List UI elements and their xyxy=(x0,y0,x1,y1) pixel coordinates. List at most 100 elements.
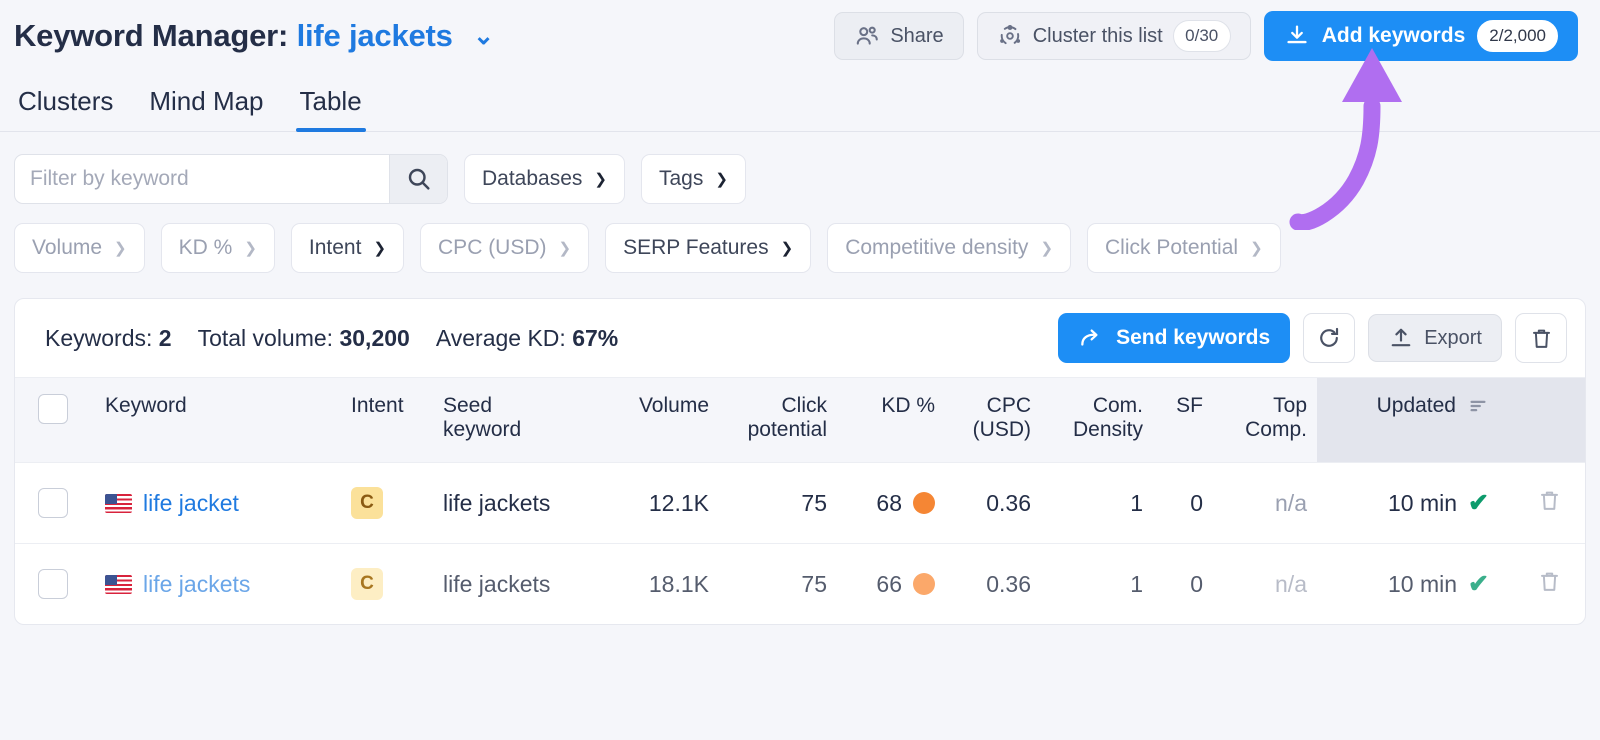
refresh-button[interactable] xyxy=(1303,313,1356,363)
cell-intent: C xyxy=(341,543,433,624)
tags-filter[interactable]: Tags ❯ xyxy=(640,154,746,204)
tab-clusters[interactable]: Clusters xyxy=(14,86,117,131)
tab-table[interactable]: Table xyxy=(295,86,366,132)
cluster-this-list-button[interactable]: Cluster this list 0/30 xyxy=(976,12,1251,60)
row-trash-icon[interactable] xyxy=(1537,488,1562,513)
header-kd[interactable]: KD % xyxy=(837,377,945,463)
export-button[interactable]: Export xyxy=(1368,314,1502,362)
check-icon: ✔ xyxy=(1468,570,1489,598)
cpc-filter-label: CPC (USD) xyxy=(438,236,547,259)
chevron-down-icon[interactable]: ⌄ xyxy=(473,21,494,51)
kd-difficulty-dot xyxy=(913,492,935,514)
page-title: Keyword Manager: life jackets ⌄ xyxy=(14,18,494,54)
intent-badge[interactable]: C xyxy=(351,568,383,600)
row-checkbox[interactable] xyxy=(38,488,68,518)
trash-icon xyxy=(1529,326,1554,351)
chevron-down-icon: ❯ xyxy=(558,240,572,257)
header-volume[interactable]: Volume xyxy=(609,377,719,463)
select-all-header xyxy=(15,377,91,463)
header-click-line1: Click xyxy=(781,394,828,417)
keywords-table: Keyword Intent Seed keyword Volume Click… xyxy=(15,377,1585,624)
volume-filter[interactable]: Volume ❯ xyxy=(14,223,145,273)
header-cpc-line2: (USD) xyxy=(972,418,1031,441)
filter-row-metrics: Volume ❯ KD % ❯ Intent ❯ CPC (USD) ❯ SER… xyxy=(14,223,1586,273)
row-checkbox[interactable] xyxy=(38,569,68,599)
header-actions: Share Cluster this list 0/30 Add keyword… xyxy=(834,11,1578,61)
cell-row-actions xyxy=(1499,462,1585,544)
kd-difficulty-dot xyxy=(913,573,935,595)
cpc-filter[interactable]: CPC (USD) ❯ xyxy=(420,223,590,273)
header-top-comp[interactable]: Top Comp. xyxy=(1213,377,1317,463)
row-trash-icon[interactable] xyxy=(1537,569,1562,594)
select-all-checkbox[interactable] xyxy=(38,394,68,424)
share-button-label: Share xyxy=(890,24,944,47)
tags-filter-label: Tags xyxy=(658,167,704,190)
stat-total-volume-value: 30,200 xyxy=(339,324,410,351)
cell-sf: 0 xyxy=(1153,462,1213,544)
add-keywords-label: Add keywords xyxy=(1321,24,1466,47)
chevron-down-icon: ❯ xyxy=(114,240,127,257)
page-title-list-name[interactable]: life jackets xyxy=(297,18,453,53)
card-action-buttons: Send keywords Export xyxy=(1058,313,1567,363)
chevron-down-icon: ❯ xyxy=(1040,240,1054,257)
header-cpc[interactable]: CPC (USD) xyxy=(945,377,1041,463)
table-row[interactable]: life jackets C life jackets 18.1K 75 66 xyxy=(15,543,1585,624)
kd-filter-label: KD % xyxy=(178,236,233,259)
export-button-label: Export xyxy=(1424,326,1482,349)
competitive-density-filter[interactable]: Competitive density ❯ xyxy=(827,223,1072,273)
refresh-icon xyxy=(1316,325,1342,351)
click-potential-filter[interactable]: Click Potential ❯ xyxy=(1087,223,1281,273)
header-keyword[interactable]: Keyword xyxy=(91,377,341,463)
header-comd-line2: Density xyxy=(1072,418,1143,441)
chevron-down-icon: ❯ xyxy=(780,240,794,257)
header-updated[interactable]: Updated xyxy=(1317,377,1499,463)
stat-total-volume: Total volume: 30,200 xyxy=(198,325,410,352)
download-icon xyxy=(1284,23,1310,49)
keyword-link[interactable]: life jacket xyxy=(143,490,239,517)
us-flag-icon xyxy=(105,574,132,594)
table-header-row: Keyword Intent Seed keyword Volume Click… xyxy=(15,377,1585,463)
header-updated-label: Updated xyxy=(1376,394,1456,417)
search-input[interactable] xyxy=(15,155,389,203)
search-button[interactable] xyxy=(389,155,447,203)
delete-selected-button[interactable] xyxy=(1515,313,1567,363)
tab-mind-map[interactable]: Mind Map xyxy=(145,86,267,131)
intent-badge[interactable]: C xyxy=(351,487,383,519)
share-button[interactable]: Share xyxy=(834,12,964,60)
keyword-manager-page: Keyword Manager: life jackets ⌄ Share Cl… xyxy=(0,0,1600,740)
header-sf[interactable]: SF xyxy=(1153,377,1213,463)
updated-value: 10 min xyxy=(1388,489,1458,516)
competitive-density-filter-label: Competitive density xyxy=(845,236,1029,259)
send-keywords-button[interactable]: Send keywords xyxy=(1058,313,1291,363)
cell-volume: 12.1K xyxy=(609,462,719,544)
share-arrow-icon xyxy=(1078,325,1104,351)
intent-filter[interactable]: Intent ❯ xyxy=(290,223,405,273)
table-body: life jacket C life jackets 12.1K 75 68 0… xyxy=(15,462,1585,624)
header-intent[interactable]: Intent xyxy=(341,377,433,463)
serp-features-filter[interactable]: SERP Features ❯ xyxy=(605,223,812,273)
serp-features-filter-label: SERP Features xyxy=(623,236,769,259)
header-click-line2: potential xyxy=(747,418,827,441)
add-keywords-button[interactable]: Add keywords 2/2,000 xyxy=(1263,11,1578,61)
cell-keyword: life jackets xyxy=(91,543,341,624)
cell-com-density: 1 xyxy=(1041,462,1153,544)
cell-kd: 68 xyxy=(837,462,945,544)
row-select-cell xyxy=(15,543,91,624)
table-row[interactable]: life jacket C life jackets 12.1K 75 68 0… xyxy=(15,462,1585,544)
header-seed-keyword[interactable]: Seed keyword xyxy=(433,377,609,463)
kd-filter[interactable]: KD % ❯ xyxy=(160,223,275,273)
summary-stats: Keywords: 2 Total volume: 30,200 Average… xyxy=(45,325,618,352)
databases-filter[interactable]: Databases ❯ xyxy=(464,154,625,204)
cell-top-comp: n/a xyxy=(1213,462,1317,544)
keyword-link[interactable]: life jackets xyxy=(143,571,250,598)
cell-cpc: 0.36 xyxy=(945,543,1041,624)
cluster-nodes-icon xyxy=(997,23,1023,49)
add-keywords-count-badge: 2/2,000 xyxy=(1477,20,1558,52)
header-click-potential[interactable]: Click potential xyxy=(719,377,837,463)
chevron-down-icon: ❯ xyxy=(715,171,728,188)
send-keywords-label: Send keywords xyxy=(1116,326,1271,349)
cell-seed-keyword: life jackets xyxy=(433,543,609,624)
header-com-density[interactable]: Com. Density xyxy=(1041,377,1153,463)
kd-value: 68 xyxy=(876,489,902,516)
stat-keywords-value: 2 xyxy=(158,324,172,351)
